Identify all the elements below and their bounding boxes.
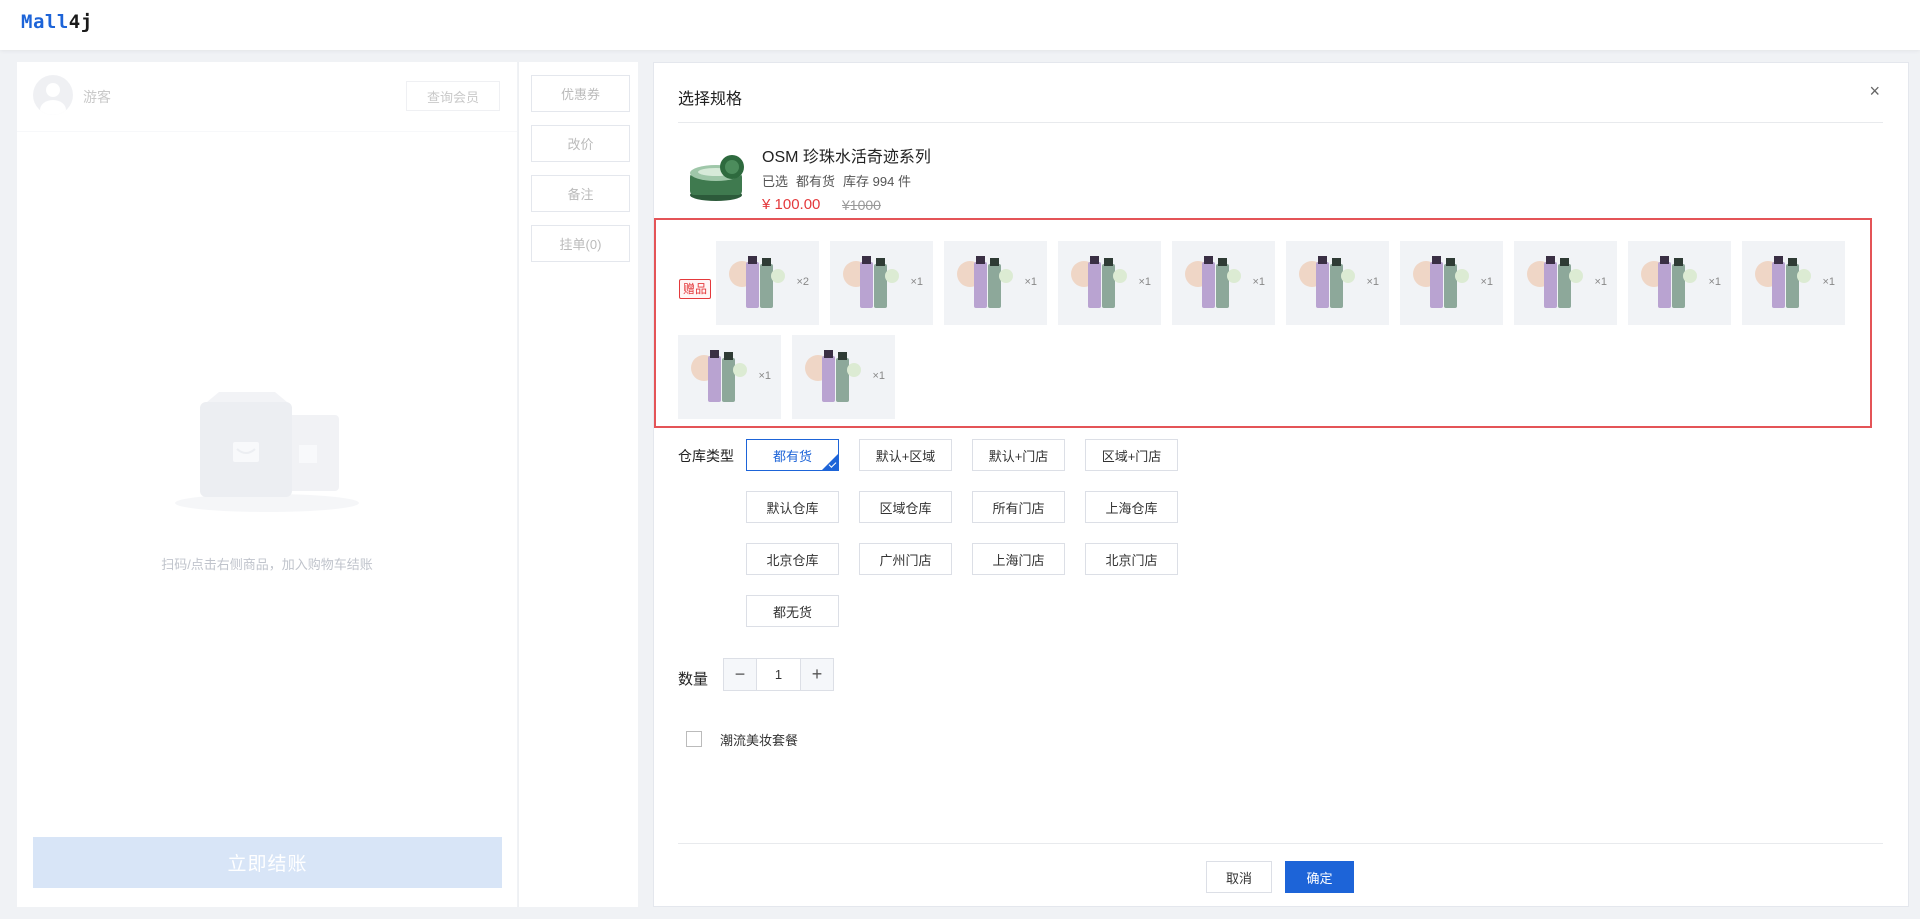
- gift-item: ×1: [1400, 241, 1503, 325]
- gift-quantity: ×1: [1138, 276, 1151, 288]
- stock-text: 库存 994 件: [843, 174, 911, 189]
- gift-item: ×1: [944, 241, 1047, 325]
- gift-item: ×1: [792, 335, 895, 419]
- gift-image: [1182, 252, 1244, 314]
- product-price: ¥ 100.00: [762, 196, 821, 213]
- change-price-button[interactable]: 改价: [531, 125, 630, 162]
- gift-quantity: ×1: [758, 370, 771, 382]
- empty-cart-illustration: [167, 387, 372, 517]
- gift-quantity: ×2: [796, 276, 809, 288]
- gift-image: [1296, 252, 1358, 314]
- warehouse-option[interactable]: 默认仓库: [746, 491, 839, 523]
- warehouse-option[interactable]: 区域仓库: [859, 491, 952, 523]
- warehouse-option[interactable]: 默认+门店: [972, 439, 1065, 471]
- warehouse-option[interactable]: 都无货: [746, 595, 839, 627]
- gift-image: [802, 346, 864, 408]
- selected-value: 都有货: [796, 174, 836, 189]
- side-action-column: 优惠券 改价 备注 挂单(0): [518, 62, 638, 907]
- product-name: OSM 珍珠水活奇迹系列: [762, 149, 931, 166]
- gift-item: ×1: [1514, 241, 1617, 325]
- gift-item: ×1: [1286, 241, 1389, 325]
- warehouse-option[interactable]: 北京门店: [1085, 543, 1178, 575]
- warehouse-label: 仓库类型: [678, 448, 734, 464]
- spec-dialog: 选择规格 × OSM 珍珠水活奇迹系列 已选 都有货 库存 994 件 ¥ 100.…: [653, 62, 1909, 907]
- quantity-label: 数量: [678, 671, 709, 688]
- warehouse-option[interactable]: 默认+区域: [859, 439, 952, 471]
- logo-suffix-text: 4j: [68, 11, 93, 33]
- quantity-plus-button[interactable]: +: [801, 659, 833, 690]
- gift-image: [1068, 252, 1130, 314]
- product-image: [686, 147, 746, 207]
- gift-quantity: ×1: [1594, 276, 1607, 288]
- gift-image: [688, 346, 750, 408]
- gift-quantity: ×1: [1252, 276, 1265, 288]
- logo-brand-text: Mall: [21, 11, 69, 33]
- gift-quantity: ×1: [1024, 276, 1037, 288]
- warehouse-option[interactable]: 都有货: [746, 439, 839, 471]
- combo-label[interactable]: 潮流美妆套餐: [720, 730, 798, 749]
- cancel-button[interactable]: 取消: [1206, 861, 1272, 893]
- gift-item: ×1: [1742, 241, 1845, 325]
- gift-item: ×1: [830, 241, 933, 325]
- top-bar: Mall4j: [0, 0, 1920, 50]
- quantity-stepper: − 1 +: [723, 658, 834, 691]
- gift-quantity: ×1: [872, 370, 885, 382]
- combo-checkbox[interactable]: [686, 731, 702, 747]
- gift-tag: 赠品: [679, 279, 712, 299]
- gift-item: ×1: [1058, 241, 1161, 325]
- gift-image: [726, 252, 788, 314]
- product-selection-info: 已选 都有货 库存 994 件: [762, 171, 919, 190]
- selected-prefix: 已选: [762, 174, 789, 189]
- gift-item: ×1: [678, 335, 781, 419]
- quantity-input[interactable]: 1: [756, 659, 801, 690]
- gift-quantity: ×1: [1708, 276, 1721, 288]
- dialog-title: 选择规格: [678, 91, 743, 108]
- gift-item: ×1: [1172, 241, 1275, 325]
- member-row: 游客 查询会员: [17, 62, 517, 132]
- gift-image: [954, 252, 1016, 314]
- empty-cart-tip: 扫码/点击右侧商品，加入购物车结账: [161, 557, 373, 572]
- close-icon[interactable]: ×: [1869, 81, 1880, 102]
- confirm-button[interactable]: 确定: [1285, 861, 1354, 893]
- gift-image: [1524, 252, 1586, 314]
- guest-name: 游客: [83, 89, 111, 105]
- cart-panel: 游客 查询会员 扫码/点击右侧商品，加入购物车结账 立即结账: [17, 62, 517, 907]
- gift-item: ×1: [1628, 241, 1731, 325]
- warehouse-option[interactable]: 上海仓库: [1085, 491, 1178, 523]
- hold-order-button[interactable]: 挂单(0): [531, 225, 630, 262]
- gift-item: ×2: [716, 241, 819, 325]
- app-logo[interactable]: Mall4j: [21, 11, 93, 33]
- gift-quantity: ×1: [1480, 276, 1493, 288]
- gift-image: [1638, 252, 1700, 314]
- gift-quantity: ×1: [1366, 276, 1379, 288]
- warehouse-option[interactable]: 广州门店: [859, 543, 952, 575]
- remark-button[interactable]: 备注: [531, 175, 630, 212]
- gift-image: [1752, 252, 1814, 314]
- checkout-button[interactable]: 立即结账: [33, 837, 502, 888]
- gift-image: [1410, 252, 1472, 314]
- gift-image: [840, 252, 902, 314]
- warehouse-option[interactable]: 所有门店: [972, 491, 1065, 523]
- query-member-button[interactable]: 查询会员: [406, 81, 500, 111]
- gift-quantity: ×1: [910, 276, 923, 288]
- warehouse-option[interactable]: 上海门店: [972, 543, 1065, 575]
- divider: [678, 122, 1883, 123]
- footer-divider: [678, 843, 1883, 844]
- gift-quantity: ×1: [1822, 276, 1835, 288]
- warehouse-option[interactable]: 北京仓库: [746, 543, 839, 575]
- original-price: ¥1000: [842, 197, 881, 213]
- coupon-button[interactable]: 优惠券: [531, 75, 630, 112]
- avatar: [33, 75, 73, 115]
- warehouse-option[interactable]: 区域+门店: [1085, 439, 1178, 471]
- quantity-minus-button[interactable]: −: [724, 659, 756, 690]
